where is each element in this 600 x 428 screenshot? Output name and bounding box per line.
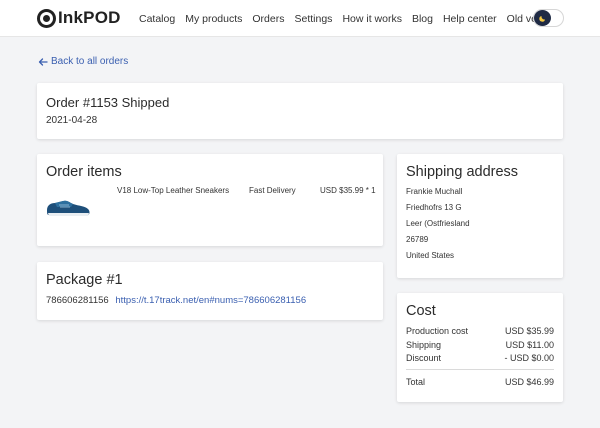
address-postcode: 26789: [406, 235, 429, 244]
nav-item-help-center[interactable]: Help center: [443, 13, 497, 25]
order-title: Order #1153 Shipped: [46, 95, 170, 110]
address-city: Leer (Ostfriesland: [406, 219, 470, 228]
package-card: Package #1 786606281156 https://t.17trac…: [37, 262, 383, 320]
back-to-orders-link[interactable]: Back to all orders: [38, 56, 128, 67]
top-header: InkPOD Catalog My products Orders Settin…: [0, 0, 600, 37]
shipping-address-card: Shipping address Frankie Muchall Friedho…: [397, 154, 563, 278]
nav-item-how-it-works[interactable]: How it works: [342, 13, 402, 25]
cost-label: Shipping: [406, 340, 442, 350]
logo-icon: [37, 8, 56, 28]
product-thumbnail[interactable]: [45, 196, 91, 220]
theme-toggle[interactable]: [533, 9, 564, 27]
cost-value: USD $11.00: [505, 340, 554, 350]
item-delivery: Fast Delivery: [249, 186, 296, 195]
nav-item-orders[interactable]: Orders: [252, 13, 284, 25]
logo[interactable]: InkPOD: [37, 8, 121, 28]
package-title: Package #1: [46, 272, 123, 288]
total-label: Total: [406, 377, 426, 387]
cost-title: Cost: [406, 303, 436, 319]
tracking-link[interactable]: https://t.17track.net/en#nums=7866062811…: [115, 295, 306, 306]
nav-item-blog[interactable]: Blog: [412, 13, 433, 25]
cost-divider: [406, 369, 554, 370]
cost-card: Cost Production cost USD $35.99 Shipping…: [397, 293, 563, 402]
item-price: USD $35.99 * 1: [320, 186, 376, 195]
address-name: Frankie Muchall: [406, 187, 463, 196]
item-name: V18 Low-Top Leather Sneakers: [117, 186, 230, 195]
brand-name: InkPOD: [58, 8, 121, 27]
cost-value: USD $35.99: [504, 326, 554, 336]
cost-row-total: Total USD $46.99: [406, 377, 554, 387]
toggle-knob: [534, 10, 551, 26]
cost-row-shipping: Shipping USD $11.00: [406, 340, 554, 350]
address-country: United States: [406, 251, 455, 260]
cost-label: Discount: [406, 353, 442, 363]
cost-row-discount: Discount - USD $0.00: [406, 353, 554, 363]
total-value: USD $46.99: [504, 377, 554, 387]
arrow-left-icon: [38, 57, 48, 66]
back-link-label: Back to all orders: [51, 56, 129, 67]
main-nav: Catalog My products Orders Settings How …: [139, 0, 570, 37]
cost-label: Production cost: [406, 326, 469, 336]
cost-row-production: Production cost USD $35.99: [406, 326, 554, 336]
cost-value: - USD $0.00: [504, 353, 554, 363]
nav-item-catalog[interactable]: Catalog: [139, 13, 175, 25]
order-summary-card: Order #1153 Shipped 2021-04-28: [37, 83, 563, 139]
order-items-title: Order items: [46, 164, 122, 180]
tracking-info: 786606281156 https://t.17track.net/en#nu…: [46, 295, 306, 306]
order-date: 2021-04-28: [46, 115, 98, 126]
tracking-number: 786606281156: [46, 295, 109, 306]
moon-icon: [538, 16, 545, 22]
address-street: Friedhofrs 13 G: [406, 203, 462, 212]
shipping-title: Shipping address: [406, 164, 519, 180]
nav-item-settings[interactable]: Settings: [294, 13, 332, 25]
nav-item-my-products[interactable]: My products: [185, 13, 242, 25]
